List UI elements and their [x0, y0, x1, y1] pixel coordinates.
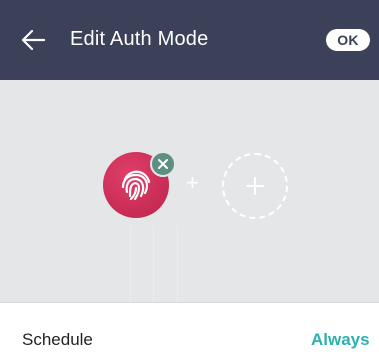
ok-button[interactable]: OK [326, 29, 370, 51]
page-title: Edit Auth Mode [70, 28, 209, 50]
schedule-row[interactable]: Schedule Always [0, 303, 379, 363]
fingerprint-icon [121, 170, 151, 201]
add-method-button[interactable] [222, 153, 288, 219]
app-header: Edit Auth Mode OK [0, 0, 379, 80]
plus-separator: + [186, 170, 199, 195]
back-button[interactable] [18, 26, 48, 54]
close-icon [158, 159, 168, 169]
edit-auth-mode-screen: Edit Auth Mode OK + Schedule Always [0, 0, 379, 363]
guide-lines [130, 225, 178, 302]
plus-icon [246, 177, 264, 195]
arrow-left-icon [21, 29, 46, 51]
schedule-label: Schedule [22, 330, 93, 349]
schedule-value[interactable]: Always [311, 330, 370, 350]
remove-method-button[interactable] [150, 151, 176, 177]
